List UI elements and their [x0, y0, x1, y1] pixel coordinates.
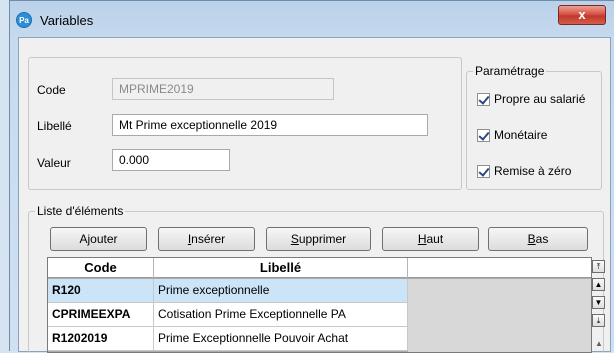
move-top-button[interactable]: ⤒	[592, 260, 605, 273]
move-up-icon: ▲	[594, 280, 603, 289]
table-empty-area	[408, 279, 591, 352]
dialog-content: Code MPRIME2019 Libellé Mt Prime excepti…	[18, 37, 611, 353]
bas-button[interactable]: Bas	[488, 227, 588, 251]
move-top-icon: ⤒	[596, 262, 601, 271]
table-row[interactable]: R1202019 Prime Exceptionnelle Pouvoir Ac…	[48, 327, 408, 351]
inserer-button[interactable]: Insérer	[158, 227, 255, 251]
bas-label: as	[535, 232, 549, 246]
cell-libelle: Prime Exceptionnelle Pouvoir Achat	[154, 327, 408, 351]
propre-au-salarie-label: Propre au salarié	[494, 92, 586, 106]
checkbox-checked-icon	[477, 92, 490, 106]
title-bar[interactable]: Pa Variables x	[10, 1, 614, 37]
code-field[interactable]: MPRIME2019	[112, 78, 334, 100]
cell-code: R120	[48, 279, 154, 303]
table-row[interactable]: R120 Prime exceptionnelle	[48, 279, 408, 303]
libelle-label: Libellé	[37, 119, 72, 133]
supprimer-mnemonic: S	[290, 232, 299, 246]
inserer-label: nsérer	[191, 232, 226, 246]
ajouter-button[interactable]: Ajouter	[50, 227, 147, 251]
move-down-button[interactable]: ▼	[592, 296, 605, 309]
move-bottom-button[interactable]: ⤓	[592, 314, 605, 327]
column-header-libelle[interactable]: Libellé	[154, 258, 408, 278]
liste-elements-legend: Liste d'éléments	[35, 204, 126, 218]
table-header: Code Libellé	[48, 258, 591, 278]
valeur-field[interactable]: 0.000	[112, 149, 230, 171]
supprimer-label: upprimer	[298, 232, 347, 246]
scrollbar-up-arrow[interactable]: ▲	[594, 339, 604, 349]
table-row[interactable]: CPRIMEEXPA Cotisation Prime Exceptionnel…	[48, 303, 408, 327]
monetaire-checkbox[interactable]: Monétaire	[477, 127, 547, 143]
cell-code: CPRIMEEXPA	[48, 303, 154, 327]
parametrage-group: Paramétrage Propre au salarié Monétaire …	[466, 64, 602, 190]
haut-button[interactable]: Haut	[382, 227, 479, 251]
bas-mnemonic: B	[527, 232, 536, 246]
monetaire-label: Monétaire	[494, 128, 548, 142]
cell-libelle: Prime exceptionnelle	[154, 279, 408, 303]
move-up-button[interactable]: ▲	[592, 278, 605, 291]
app-logo-icon: Pa	[16, 12, 32, 28]
haut-label: aut	[426, 232, 444, 246]
checkbox-checked-icon	[477, 128, 490, 142]
ajouter-label: Ajouter	[79, 232, 118, 246]
variables-window: Pa Variables x Code MPRIME2019 Libellé M…	[9, 0, 614, 353]
remise-a-zero-checkbox[interactable]: Remise à zéro	[477, 163, 571, 179]
window-title: Variables	[40, 13, 94, 28]
supprimer-button[interactable]: Supprimer	[266, 227, 371, 251]
close-icon: x	[578, 7, 586, 22]
libelle-field[interactable]: Mt Prime exceptionnelle 2019	[112, 114, 428, 136]
cell-libelle: Cotisation Prime Exceptionnelle PA	[154, 303, 408, 327]
valeur-label: Valeur	[37, 156, 71, 170]
propre-au-salarie-checkbox[interactable]: Propre au salarié	[477, 91, 585, 107]
checkbox-checked-icon	[477, 164, 490, 178]
close-button[interactable]: x	[558, 5, 606, 25]
move-down-icon: ▼	[594, 298, 603, 307]
move-bottom-icon: ⤓	[596, 316, 601, 325]
column-header-code[interactable]: Code	[48, 258, 154, 278]
code-label: Code	[37, 83, 66, 97]
parametrage-legend: Paramétrage	[473, 64, 547, 78]
cell-code: R1202019	[48, 327, 154, 351]
remise-a-zero-label: Remise à zéro	[494, 164, 572, 178]
elements-table[interactable]: Code Libellé R120 Prime exceptionnelle C…	[47, 257, 592, 353]
